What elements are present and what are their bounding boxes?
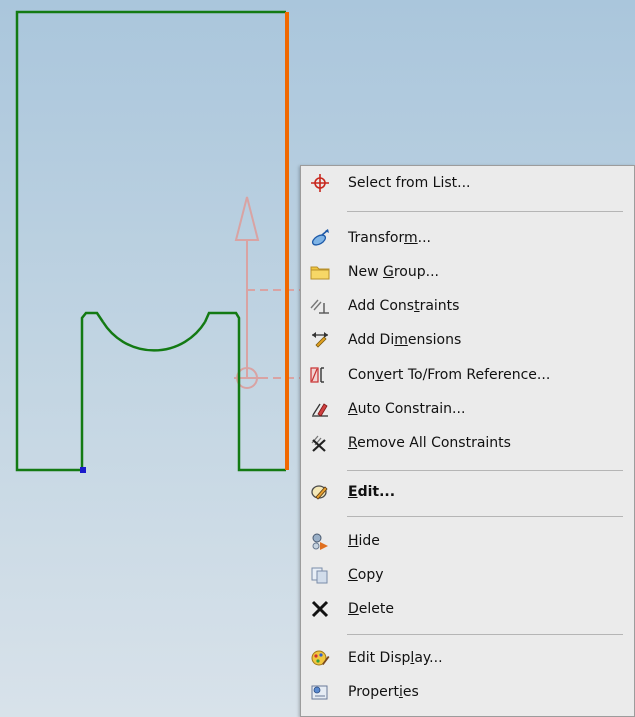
menu-item-convert-reference[interactable]: Convert To/From Reference... xyxy=(301,360,634,390)
menu-item-label: Properties xyxy=(348,684,419,700)
menu-item-label: Convert To/From Reference... xyxy=(348,367,551,383)
menu-item-label: Remove All Constraints xyxy=(348,435,511,451)
edit-icon xyxy=(310,483,330,501)
menu-item-label: Select from List... xyxy=(348,175,471,191)
menu-item-select-from-list[interactable]: Select from List... xyxy=(301,168,634,198)
reference-icon xyxy=(310,366,330,384)
sketch-arc[interactable] xyxy=(101,321,207,352)
menu-item-label: Edit... xyxy=(348,484,396,500)
menu-item-edit-display[interactable]: Edit Display... xyxy=(301,643,634,673)
menu-separator xyxy=(347,470,623,471)
edit-display-icon xyxy=(310,649,330,667)
properties-icon xyxy=(310,683,330,701)
menu-separator xyxy=(347,211,623,212)
menu-separator xyxy=(347,516,623,517)
auto-constrain-icon xyxy=(310,400,330,418)
reference-triad xyxy=(234,196,300,389)
menu-item-delete[interactable]: Delete xyxy=(301,594,634,624)
menu-item-label: Delete xyxy=(348,601,394,617)
transform-icon xyxy=(310,229,330,247)
menu-item-edit[interactable]: Edit... xyxy=(301,477,634,507)
menu-item-label: Transform... xyxy=(348,230,431,246)
sketch-outline-right[interactable] xyxy=(203,311,286,472)
menu-item-label: New Group... xyxy=(348,264,439,280)
context-menu: Select from List... Transform... New Gro… xyxy=(300,165,635,717)
menu-item-properties[interactable]: Properties xyxy=(301,677,634,707)
endpoint-marker[interactable] xyxy=(80,467,86,473)
menu-item-add-dimensions[interactable]: Add Dimensions xyxy=(301,325,634,355)
menu-item-label: Add Constraints xyxy=(348,298,460,314)
menu-item-label: Copy xyxy=(348,567,384,583)
menu-item-transform[interactable]: Transform... xyxy=(301,223,634,253)
remove-constraints-icon xyxy=(310,434,330,452)
menu-item-label: Edit Display... xyxy=(348,650,443,666)
delete-icon xyxy=(310,600,330,618)
crosshair-icon xyxy=(310,174,330,192)
menu-item-auto-constrain[interactable]: Auto Constrain... xyxy=(301,394,634,424)
copy-icon xyxy=(310,566,330,584)
menu-item-remove-all-constraints[interactable]: Remove All Constraints xyxy=(301,428,634,458)
reference-arrow-up xyxy=(234,196,260,241)
menu-item-label: Add Dimensions xyxy=(348,332,462,348)
menu-separator xyxy=(347,634,623,635)
menu-item-label: Auto Constrain... xyxy=(348,401,466,417)
menu-item-label: Hide xyxy=(348,533,380,549)
dimension-icon xyxy=(310,331,330,349)
menu-item-hide[interactable]: Hide xyxy=(301,526,634,556)
hide-icon xyxy=(310,532,330,550)
menu-item-copy[interactable]: Copy xyxy=(301,560,634,590)
constraints-icon xyxy=(310,297,330,315)
folder-icon xyxy=(310,263,330,281)
menu-item-new-group[interactable]: New Group... xyxy=(301,257,634,287)
menu-item-add-constraints[interactable]: Add Constraints xyxy=(301,291,634,321)
